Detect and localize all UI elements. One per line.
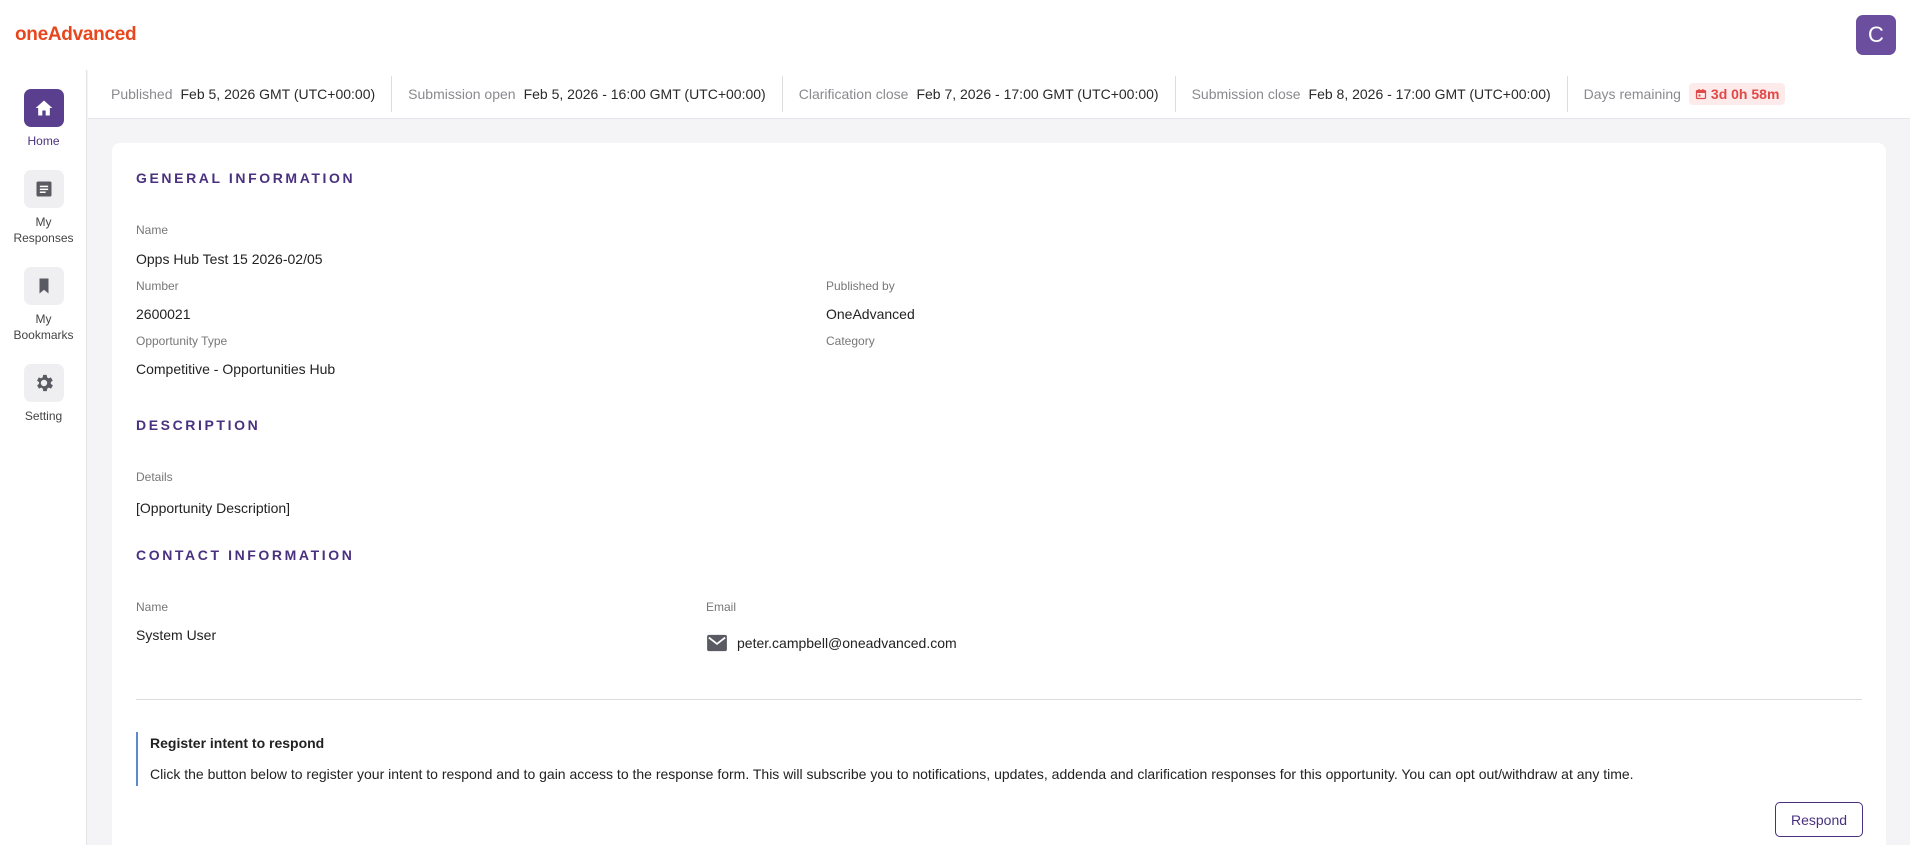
days-remaining-value: 3d 0h 58m [1710,86,1780,102]
sidebar-item-label: Home [27,134,60,148]
number-label: Number [136,279,179,293]
days-remaining-label: Days remaining [1583,86,1681,102]
opportunity-dates-bar: Published Feb 5, 2026 GMT (UTC+00:00) Su… [88,70,1910,119]
general-information-title: GENERAL INFORMATION [136,170,356,186]
contact-name-label: Name [136,600,169,614]
opportunity-type-value: Competitive - Opportunities Hub [136,361,336,377]
sidebar-item-setting[interactable]: Setting [0,364,87,424]
details-label: Details [136,470,173,484]
clarification-close-label: Clarification close [798,86,909,102]
sidebar-item-label: My Responses [13,215,74,245]
divider [136,699,1862,700]
details-value: [Opportunity Description] [136,500,291,516]
submission-open-date: Submission open Feb 5, 2026 - 16:00 GMT … [392,76,783,112]
register-intent-title: Register intent to respond [150,735,325,751]
register-intent-panel: Register intent to respond Click the but… [136,732,1862,786]
register-intent-text: Click the button below to register your … [150,766,1634,782]
sidebar-item-my-bookmarks[interactable]: My Bookmarks [0,267,87,343]
published-date: Published Feb 5, 2026 GMT (UTC+00:00) [88,76,393,112]
submission-open-label: Submission open [408,86,516,102]
opportunity-type-label: Opportunity Type [136,334,228,348]
days-remaining: Days remaining 3d 0h 58m [1568,76,1802,112]
document-icon [23,170,64,208]
respond-button[interactable]: Respond [1775,802,1863,837]
submission-close-date: Submission close Feb 8, 2026 - 17:00 GMT… [1176,76,1568,112]
sidebar-item-my-responses[interactable]: My Responses [0,170,87,246]
contact-information-title: CONTACT INFORMATION [136,547,355,563]
contact-name-value: System User [136,627,217,643]
brand-logo[interactable]: oneAdvanced [15,24,137,46]
submission-close-label: Submission close [1191,86,1301,102]
description-title: DESCRIPTION [136,417,261,433]
category-label: Category [826,334,875,348]
contact-email-value[interactable]: peter.campbell@oneadvanced.com [737,635,957,651]
contact-email[interactable]: peter.campbell@oneadvanced.com [706,634,957,652]
clarification-close-value: Feb 7, 2026 - 17:00 GMT (UTC+00:00) [916,86,1159,102]
top-bar: oneAdvanced C [0,0,1910,70]
mail-icon [707,634,727,652]
contact-email-label: Email [706,600,737,614]
published-by-value: OneAdvanced [826,306,915,322]
name-label: Name [136,223,169,237]
sidebar-item-label: My Bookmarks [13,312,74,342]
name-value: Opps Hub Test 15 2026-02/05 [136,251,323,267]
bookmark-icon [23,267,64,305]
number-value: 2600021 [136,306,191,322]
home-icon [23,89,64,127]
clarification-close-date: Clarification close Feb 7, 2026 - 17:00 … [783,76,1176,112]
sidebar-item-home[interactable]: Home [0,89,87,149]
published-label: Published [111,86,173,102]
calendar-icon [1695,89,1707,100]
sidebar-item-label: Setting [24,409,63,423]
submission-open-value: Feb 5, 2026 - 16:00 GMT (UTC+00:00) [523,86,766,102]
gear-icon [23,364,64,402]
sidebar: Home My Responses My Bookmarks Setting [0,70,87,845]
submission-close-value: Feb 8, 2026 - 17:00 GMT (UTC+00:00) [1308,86,1551,102]
opportunity-details-card: GENERAL INFORMATION Name Opps Hub Test 1… [112,143,1886,845]
published-by-label: Published by [826,279,895,293]
published-value: Feb 5, 2026 GMT (UTC+00:00) [180,86,376,102]
user-avatar[interactable]: C [1856,15,1896,55]
days-remaining-badge: 3d 0h 58m [1688,83,1786,105]
